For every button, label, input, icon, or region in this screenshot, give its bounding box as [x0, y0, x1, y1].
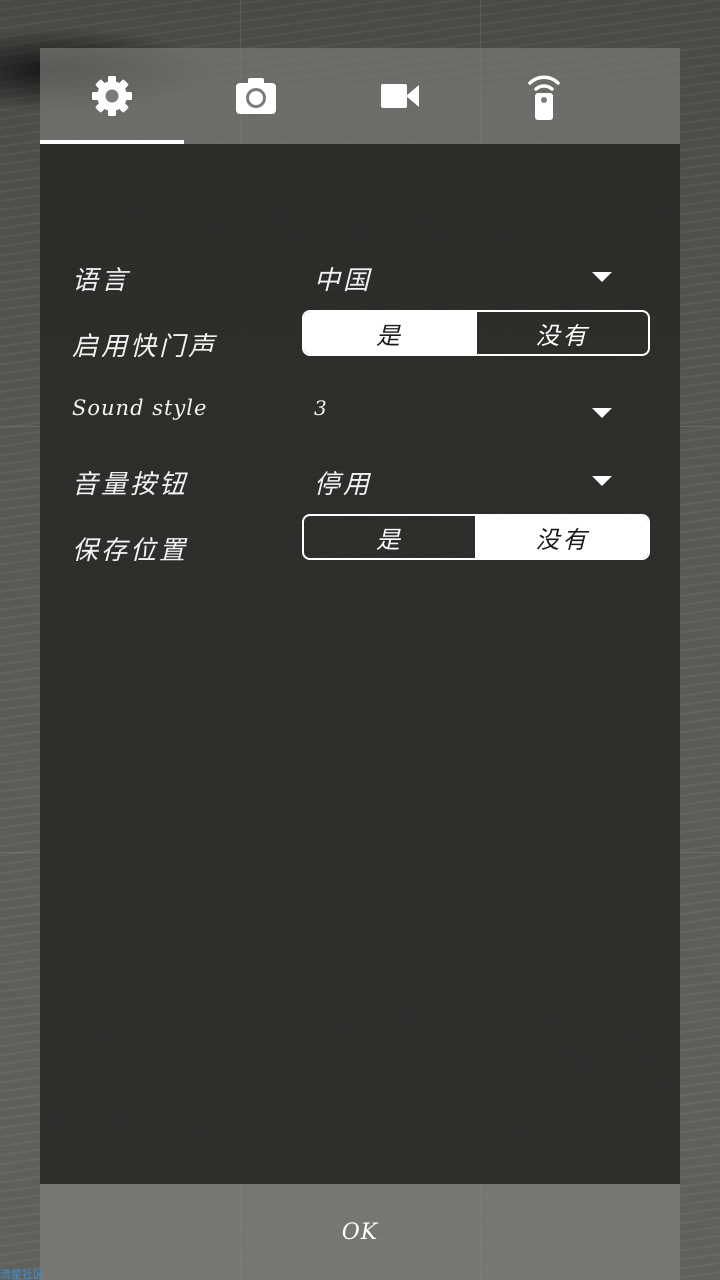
camera-icon	[236, 78, 276, 114]
setting-label: 音量按钮	[72, 470, 189, 500]
tab-video[interactable]	[328, 48, 472, 144]
tab-remote[interactable]	[472, 48, 616, 144]
gear-icon	[92, 76, 132, 116]
tab-settings[interactable]	[40, 48, 184, 144]
tab-bar	[40, 48, 680, 144]
dropdown-arrow-icon[interactable]	[592, 476, 612, 486]
dropdown-arrow-icon[interactable]	[592, 408, 612, 418]
settings-panel: 语言 中国 启用快门声 是 没有 Sound style 3 音量按钮 停用 保…	[40, 48, 680, 1280]
dropdown-arrow-icon[interactable]	[592, 272, 612, 282]
watermark-text: 流星社区	[0, 1268, 44, 1280]
language-value[interactable]: 中国	[314, 260, 372, 297]
volume-button-value[interactable]: 停用	[314, 464, 372, 501]
shutter-sound-yes-option[interactable]: 是	[304, 312, 475, 354]
setting-label: 语言	[72, 266, 131, 296]
ok-button[interactable]: OK	[312, 1210, 408, 1255]
shutter-sound-toggle: 是 没有	[302, 310, 650, 356]
remote-icon	[528, 75, 560, 120]
shutter-sound-no-option[interactable]: 没有	[475, 312, 648, 354]
setting-label: 保存位置	[72, 536, 189, 566]
setting-label: Sound style	[72, 396, 208, 420]
dialog-footer: OK	[40, 1184, 680, 1280]
setting-label: 启用快门声	[72, 332, 218, 362]
video-camera-icon	[381, 84, 419, 108]
tab-photo[interactable]	[184, 48, 328, 144]
save-location-toggle: 是 没有	[302, 514, 650, 560]
save-location-yes-option[interactable]: 是	[304, 516, 475, 558]
sound-style-value[interactable]: 3	[314, 396, 330, 420]
save-location-no-option[interactable]: 没有	[475, 516, 648, 558]
settings-list: 语言 中国 启用快门声 是 没有 Sound style 3 音量按钮 停用 保…	[40, 144, 680, 1184]
